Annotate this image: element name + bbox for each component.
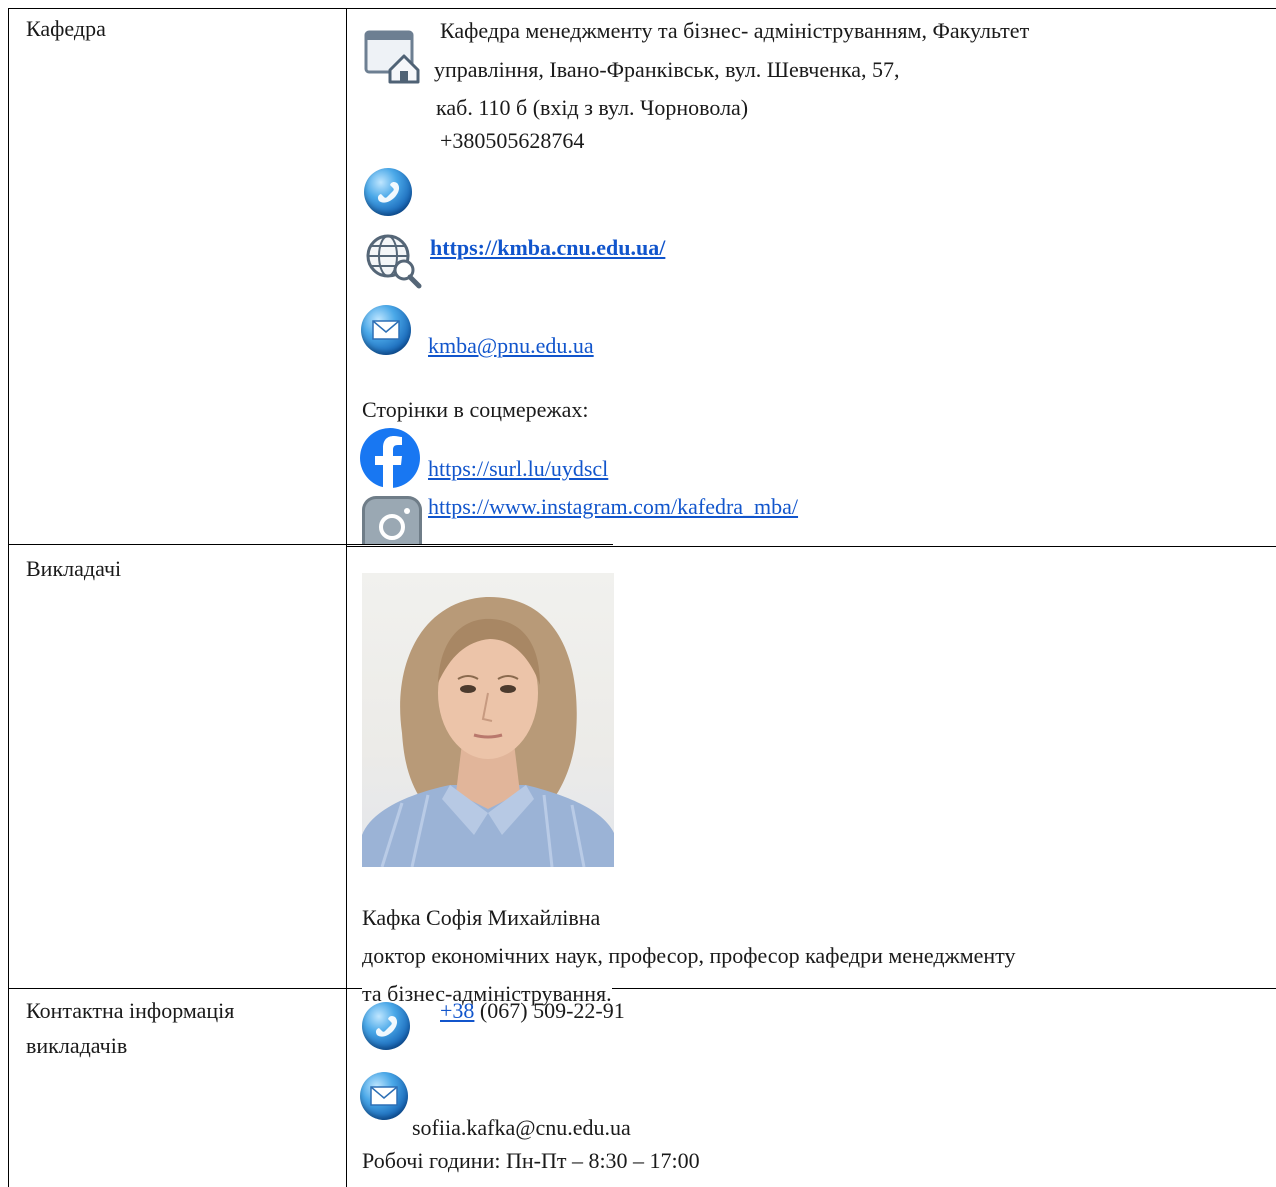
website-link-wrap: https://kmba.cnu.edu.ua/ [430, 235, 665, 261]
envelope-icon [360, 1072, 408, 1120]
instagram-link-wrap: https://www.instagram.com/kafedra_mba/ [428, 494, 798, 520]
working-hours: Робочі години: Пн-Пт – 8:30 – 17:00 [362, 1148, 700, 1173]
globe-search-icon [360, 228, 426, 290]
address-line-2: управління, Івано-Франківськ, вул. Шевче… [434, 57, 900, 82]
row-divider-1b [346, 546, 1276, 547]
row-label-contacts-line-1: Контактна інформація [26, 998, 235, 1023]
table-top-border [8, 8, 1276, 9]
instagram-icon [362, 496, 422, 544]
teacher-photo [362, 573, 614, 867]
website-link[interactable]: https://kmba.cnu.edu.ua/ [430, 235, 665, 260]
facebook-link-wrap: https://surl.lu/uydscl [428, 456, 608, 482]
department-email-link[interactable]: kmba@pnu.edu.ua [428, 333, 594, 358]
teacher-phone-number: (067) 509-22-91 [474, 998, 625, 1023]
teacher-name: Кафка Софія Михайлівна [362, 905, 601, 930]
address-line-3: каб. 110 б (вхід з вул. Чорновола) [436, 95, 749, 120]
row-label-teachers: Викладачі [26, 556, 122, 581]
column-divider [346, 8, 347, 1187]
envelope-icon [361, 305, 411, 355]
contact-table: Кафедра Кафедра менеджменту та бізнес- а… [0, 0, 1276, 1187]
building-address-icon [364, 26, 422, 84]
table-left-border [8, 8, 9, 1187]
phone-icon [364, 168, 412, 216]
department-phone: +380505628764 [440, 128, 585, 153]
facebook-link[interactable]: https://surl.lu/uydscl [428, 456, 608, 481]
address-line-1: Кафедра менеджменту та бізнес- адміністр… [440, 18, 1030, 43]
teacher-phone: +38 (067) 509-22-91 [440, 998, 625, 1024]
teacher-title-line-1: доктор економічних наук, професор, профе… [362, 943, 1016, 968]
row-label-department: Кафедра [26, 16, 106, 41]
phone-icon [362, 1002, 410, 1050]
facebook-icon [360, 428, 420, 488]
row-divider-1a [8, 544, 613, 545]
social-heading: Сторінки в соцмережах: [362, 397, 589, 422]
department-email-wrap: kmba@pnu.edu.ua [428, 333, 594, 359]
row-divider-2 [8, 988, 1276, 989]
teacher-email: sofiia.kafka@cnu.edu.ua [412, 1115, 631, 1140]
row-label-contacts-line-2: викладачів [26, 1033, 128, 1058]
teacher-phone-prefix-link[interactable]: +38 [440, 998, 474, 1023]
instagram-link[interactable]: https://www.instagram.com/kafedra_mba/ [428, 494, 798, 519]
